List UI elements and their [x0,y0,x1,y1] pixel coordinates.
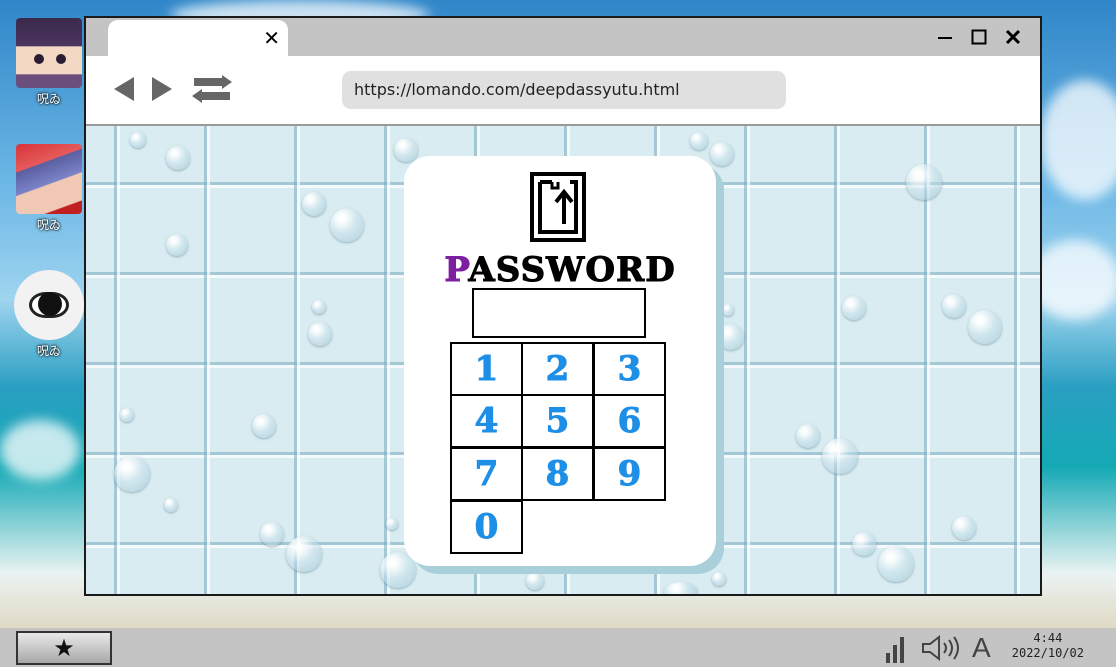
start-button[interactable]: ★ [16,631,112,665]
password-title-rest: ASSWORD [468,250,676,291]
key-6[interactable]: 6 [593,394,666,448]
water-droplet [710,142,734,166]
water-droplet [286,536,322,572]
back-arrow-icon[interactable] [112,74,136,108]
desktop-icon-girl-1[interactable]: 呪ゐ [14,18,84,107]
key-8[interactable]: 8 [521,447,594,501]
browser-window: ✕ https://lomando.com/deepdassyutu.html [84,16,1042,596]
key-0[interactable]: 0 [450,500,523,554]
window-close-icon[interactable] [1000,24,1026,50]
signal-icon[interactable] [884,632,908,664]
key-3[interactable]: 3 [593,342,666,396]
water-droplet [822,438,858,474]
water-droplet [386,518,398,530]
water-droplet [712,572,726,586]
water-droplet [952,516,976,540]
maximize-icon[interactable] [966,24,992,50]
key-4[interactable]: 4 [450,394,523,448]
clock-date: 2022/10/02 [1011,646,1084,660]
star-icon: ★ [53,634,75,662]
close-icon[interactable]: ✕ [263,28,280,48]
desktop-icon-label: 呪ゐ [36,218,61,232]
document-upload-icon [530,172,586,242]
girl-portrait-icon [16,144,82,214]
water-droplet [722,304,734,316]
water-droplet [120,408,134,422]
cloud [1040,80,1116,200]
water-droplet [852,532,876,556]
browser-tab[interactable]: ✕ [108,20,288,58]
key-1[interactable]: 1 [450,342,523,396]
girl-portrait-icon [16,18,82,88]
water-droplet [330,208,364,242]
key-5[interactable]: 5 [521,394,594,448]
water-droplet [796,424,820,448]
key-2[interactable]: 2 [521,342,594,396]
water-droplet [130,132,146,148]
water-droplet [166,146,190,170]
key-9[interactable]: 9 [593,447,666,501]
navigation-bar: https://lomando.com/deepdassyutu.html [86,56,1040,126]
water-droplet [394,138,418,162]
desktop-icon-girl-2[interactable]: 呪ゐ [14,144,84,233]
title-bar: ✕ [86,18,1040,58]
water-droplet [166,234,188,256]
page-content: PASSWORD 1 2 3 4 5 6 7 8 9 0 [86,126,1040,594]
password-title: PASSWORD [404,250,716,291]
clock-time: 4:44 [1033,631,1063,645]
taskbar: ★ A 4:44 2022/10/02 [0,628,1116,667]
water-droplet [312,300,326,314]
password-input[interactable] [472,288,646,338]
reload-icon[interactable] [190,74,234,108]
password-title-first-letter: P [444,250,469,291]
password-card: PASSWORD 1 2 3 4 5 6 7 8 9 0 [404,156,716,566]
water-droplet [164,498,178,512]
key-7[interactable]: 7 [450,447,523,501]
water-droplet [690,132,708,150]
water-droplet [260,522,284,546]
forward-arrow-icon[interactable] [150,74,174,108]
ime-indicator[interactable]: A [972,632,991,664]
water-droplet [302,192,326,216]
water-droplet [114,456,150,492]
water-droplet [252,414,276,438]
minimize-icon[interactable] [932,24,958,50]
water-droplet [308,322,332,346]
address-bar[interactable]: https://lomando.com/deepdassyutu.html [342,71,786,109]
desktop-icon-eye[interactable]: 呪ゐ [14,270,84,359]
water-droplet [942,294,966,318]
desktop-icon-label: 呪ゐ [36,92,61,106]
cloud [0,420,80,480]
water-droplet [718,324,744,350]
desktop-icon-label: 呪ゐ [36,344,61,358]
water-droplet [878,546,914,582]
speaker-icon[interactable] [920,632,964,664]
clock[interactable]: 4:44 2022/10/02 [1012,631,1084,661]
water-droplet [842,296,866,320]
water-droplet [906,164,942,200]
water-droplet [968,310,1002,344]
eye-icon [14,270,84,340]
cloud [1030,240,1116,320]
water-droplet [664,582,698,594]
water-droplet [526,572,544,590]
